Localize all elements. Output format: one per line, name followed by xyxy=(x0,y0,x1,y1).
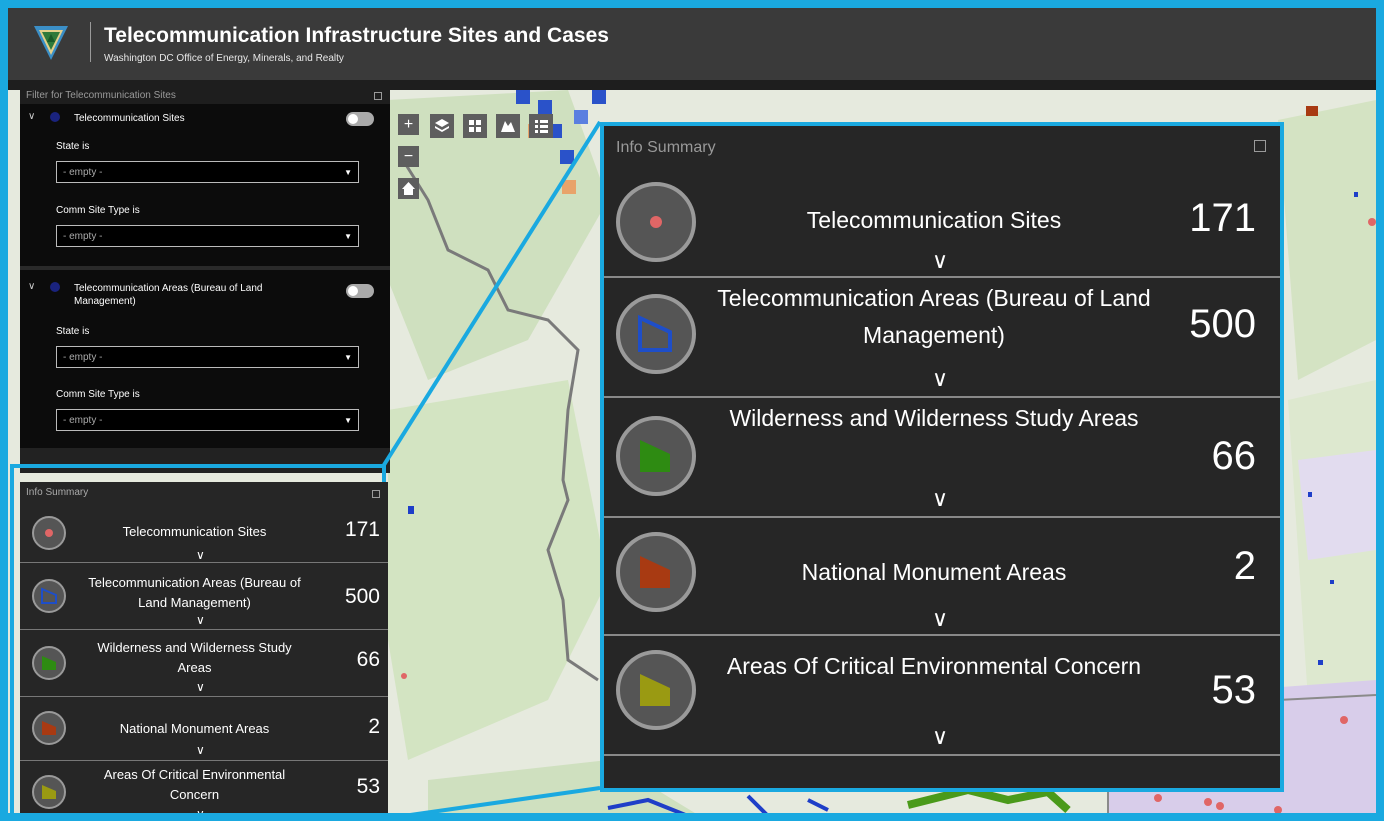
summary-row-telecom-areas[interactable]: Telecommunication Areas (Bureau of Land … xyxy=(604,278,1280,398)
info-summary-title: Info Summary xyxy=(616,139,716,156)
summary-row-label: Areas Of Critical Environmental Concern xyxy=(726,653,1142,679)
info-summary-panel-small: Info Summary Telecommunication Sites 171… xyxy=(20,482,388,813)
polygon-fill-symbol-icon xyxy=(32,711,66,745)
point-symbol-icon xyxy=(616,182,696,262)
summary-row-label: National Monument Areas xyxy=(801,559,1067,585)
summary-row-label: Wilderness and Wilderness Study Areas xyxy=(97,640,292,675)
expand-chevron-icon[interactable]: ∨ xyxy=(196,807,205,813)
polygon-fill-symbol-icon xyxy=(616,650,696,730)
expand-chevron-icon[interactable]: ∨ xyxy=(196,743,205,757)
point-symbol-icon xyxy=(32,516,66,550)
summary-row-telecom-sites[interactable]: Telecommunication Sites 171 ∨ xyxy=(20,504,388,563)
app-frame: + − Telecommunication Infrastructure Sit… xyxy=(0,0,1384,821)
summary-row-label: Telecommunication Sites xyxy=(806,207,1062,233)
maximize-icon[interactable] xyxy=(1254,140,1266,152)
summary-row-count: 53 xyxy=(1211,668,1257,712)
summary-row-count: 500 xyxy=(1189,302,1256,346)
summary-row-count: 171 xyxy=(1189,196,1256,240)
polygon-fill-symbol-icon xyxy=(32,775,66,809)
expand-chevron-icon[interactable]: ∨ xyxy=(196,613,205,627)
info-summary-header: Info Summary xyxy=(20,482,388,504)
polygon-fill-symbol-icon xyxy=(32,646,66,680)
polygon-outline-symbol-icon xyxy=(32,579,66,613)
summary-row-label: National Monument Areas xyxy=(119,721,270,736)
info-summary-header: Info Summary xyxy=(604,126,1280,170)
summary-row-count: 171 xyxy=(344,518,380,541)
summary-row-acec[interactable]: Areas Of Critical Environmental Concern … xyxy=(604,636,1280,756)
summary-row-telecom-areas[interactable]: Telecommunication Areas (Bureau of Land … xyxy=(20,563,388,630)
summary-row-count: 2 xyxy=(368,715,380,738)
summary-row-telecom-sites[interactable]: Telecommunication Sites 171 ∨ xyxy=(604,170,1280,278)
polygon-outline-symbol-icon xyxy=(616,294,696,374)
summary-row-count: 53 xyxy=(356,775,380,798)
summary-row-wilderness[interactable]: Wilderness and Wilderness Study Areas 66… xyxy=(604,398,1280,518)
polygon-fill-symbol-icon xyxy=(616,416,696,496)
summary-row-count: 500 xyxy=(344,585,380,608)
expand-chevron-icon[interactable]: ∨ xyxy=(196,548,205,562)
summary-row-label: Telecommunication Sites xyxy=(122,524,267,539)
summary-row-count: 66 xyxy=(356,648,380,671)
info-summary-panel-zoomed: Info Summary Telecommunication Sites 171… xyxy=(600,122,1284,792)
expand-chevron-icon[interactable]: ∨ xyxy=(932,724,948,750)
summary-row-count: 66 xyxy=(1211,434,1257,478)
info-summary-title: Info Summary xyxy=(26,487,89,498)
expand-chevron-icon[interactable]: ∨ xyxy=(196,680,205,694)
expand-chevron-icon[interactable]: ∨ xyxy=(932,366,948,392)
summary-row-national-monument[interactable]: National Monument Areas 2 ∨ xyxy=(20,697,388,761)
summary-row-label: Areas Of Critical Environmental Concern xyxy=(103,767,286,802)
summary-row-acec[interactable]: Areas Of Critical Environmental Concern … xyxy=(20,761,388,813)
summary-row-national-monument[interactable]: National Monument Areas 2 ∨ xyxy=(604,518,1280,636)
expand-chevron-icon[interactable]: ∨ xyxy=(932,248,948,274)
maximize-icon[interactable] xyxy=(372,490,380,498)
summary-row-wilderness[interactable]: Wilderness and Wilderness Study Areas 66… xyxy=(20,630,388,697)
polygon-fill-symbol-icon xyxy=(616,532,696,612)
summary-row-label: Telecommunication Areas (Bureau of Land … xyxy=(717,285,1151,348)
summary-row-label: Wilderness and Wilderness Study Areas xyxy=(729,405,1139,431)
summary-row-count: 2 xyxy=(1233,544,1256,588)
summary-row-label: Telecommunication Areas (Bureau of Land … xyxy=(88,575,301,610)
expand-chevron-icon[interactable]: ∨ xyxy=(932,486,948,512)
expand-chevron-icon[interactable]: ∨ xyxy=(932,606,948,632)
